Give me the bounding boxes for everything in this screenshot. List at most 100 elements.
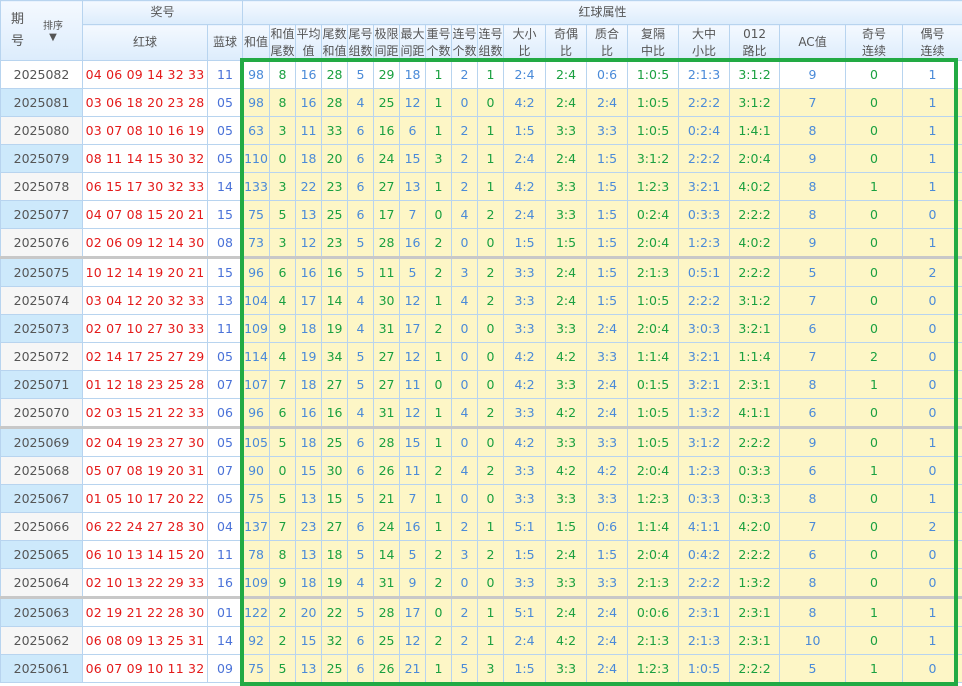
attr-cell: 0: [846, 117, 903, 145]
table-row[interactable]: 202506402 10 13 22 29 331610991819431920…: [1, 569, 962, 598]
attr-cell: 8: [780, 569, 846, 598]
attr-cell: 12: [400, 89, 426, 117]
attr-cell: 12: [296, 229, 322, 258]
table-row[interactable]: 202506701 05 10 17 20 220575513155217100…: [1, 485, 962, 513]
attr-cell: 1:0:5: [628, 287, 679, 315]
table-row[interactable]: 202507202 14 17 25 27 290511441934527121…: [1, 343, 962, 371]
attr-cell: 0:5:1: [679, 258, 730, 287]
attr-cell: 1:2:3: [628, 655, 679, 683]
attr-column-header: 最大间距: [400, 25, 426, 61]
attr-cell: 3:3: [504, 287, 546, 315]
attr-cell: 3:2:1: [679, 371, 730, 399]
period-cell: 2025067: [1, 485, 83, 513]
period-cell: 2025071: [1, 371, 83, 399]
attr-cell: 14: [322, 287, 348, 315]
table-row[interactable]: 202506606 22 24 27 28 300413772327624161…: [1, 513, 962, 541]
attr-cell: 2: [270, 627, 296, 655]
attr-cell: 1: [903, 61, 962, 89]
attr-cell: 0:4:2: [679, 541, 730, 569]
attr-cell: 3:1:2: [730, 61, 780, 89]
attr-cell: 15: [400, 145, 426, 173]
attr-cell: 16: [374, 117, 400, 145]
attr-cell: 7: [270, 513, 296, 541]
attr-cell: 1: [903, 627, 962, 655]
attr-cell: 8: [270, 89, 296, 117]
table-row[interactable]: 202508204 06 09 14 32 331198816285291812…: [1, 61, 962, 89]
header-text: 尾数: [270, 43, 295, 60]
attr-cell: 0: [846, 315, 903, 343]
table-row[interactable]: 202507602 06 09 12 14 300873312235281620…: [1, 229, 962, 258]
table-row[interactable]: 202507002 03 15 21 22 330696616164311214…: [1, 399, 962, 428]
table-row[interactable]: 202506805 07 08 19 20 310790015306261124…: [1, 457, 962, 485]
attr-cell: 0: [903, 655, 962, 683]
table-row[interactable]: 202506106 07 09 10 11 320975513256262115…: [1, 655, 962, 683]
attr-cell: 6: [348, 513, 374, 541]
attr-column-header: 平均值: [296, 25, 322, 61]
table-row[interactable]: 202508103 06 18 20 23 280598816284251210…: [1, 89, 962, 117]
attr-cell: 109: [243, 315, 270, 343]
attr-cell: 17: [400, 315, 426, 343]
attr-cell: 0:3:3: [679, 485, 730, 513]
red-balls-cell: 04 07 08 15 20 21: [83, 201, 208, 229]
attr-cell: 25: [374, 627, 400, 655]
attr-cell: 5: [348, 229, 374, 258]
attr-cell: 25: [322, 428, 348, 457]
attr-cell: 1: [478, 173, 504, 201]
attr-cell: 0: [903, 399, 962, 428]
attr-cell: 1:5: [587, 173, 628, 201]
blue-ball-cell: 05: [208, 145, 243, 173]
attr-cell: 27: [322, 371, 348, 399]
attr-cell: 2:4: [546, 287, 587, 315]
period-header[interactable]: 期号 排序 ▼: [1, 1, 83, 61]
table-row[interactable]: 202506506 10 13 14 15 201178813185145232…: [1, 541, 962, 569]
header-text: 比: [587, 43, 627, 60]
header-text: 个数: [452, 43, 477, 60]
table-row[interactable]: 202507704 07 08 15 20 211575513256177042…: [1, 201, 962, 229]
red-balls-cell: 03 04 12 20 32 33: [83, 287, 208, 315]
attr-cell: 19: [322, 569, 348, 598]
red-balls-cell: 02 07 10 27 30 33: [83, 315, 208, 343]
attr-column-header: 和值尾数: [270, 25, 296, 61]
attr-cell: 5: [780, 655, 846, 683]
table-row[interactable]: 202507908 11 14 15 30 320511001820624153…: [1, 145, 962, 173]
attr-cell: 1: [478, 145, 504, 173]
attr-cell: 98: [243, 89, 270, 117]
attr-cell: 5: [348, 541, 374, 569]
table-row[interactable]: 202507510 12 14 19 20 211596616165115232…: [1, 258, 962, 287]
red-balls-cell: 06 22 24 27 28 30: [83, 513, 208, 541]
attr-cell: 1: [903, 229, 962, 258]
attr-cell: 4:2:0: [730, 513, 780, 541]
attr-column-header: 尾数和值: [322, 25, 348, 61]
blue-ball-cell: 15: [208, 201, 243, 229]
table-row[interactable]: 202507806 15 17 30 32 331413332223627131…: [1, 173, 962, 201]
sort-button[interactable]: 排序 ▼: [43, 21, 63, 43]
period-cell: 2025074: [1, 287, 83, 315]
attr-cell: 1: [903, 598, 962, 627]
attr-cell: 18: [322, 541, 348, 569]
table-row[interactable]: 202506302 19 21 22 28 300112222022528170…: [1, 598, 962, 627]
attr-cell: 20: [322, 145, 348, 173]
attr-cell: 5: [348, 61, 374, 89]
attr-cell: 3:1:2: [628, 145, 679, 173]
attr-cell: 13: [400, 173, 426, 201]
table-row[interactable]: 202506902 04 19 23 27 300510551825628151…: [1, 428, 962, 457]
table-row[interactable]: 202507101 12 18 23 25 280710771827527110…: [1, 371, 962, 399]
attr-cell: 2:2:2: [679, 145, 730, 173]
header-text: 尾数: [322, 26, 347, 43]
attr-cell: 0: [478, 89, 504, 117]
header-text: 连号: [478, 26, 503, 43]
attr-cell: 28: [374, 229, 400, 258]
red-balls-cell: 08 11 14 15 30 32: [83, 145, 208, 173]
attr-cell: 75: [243, 201, 270, 229]
table-row[interactable]: 202507403 04 12 20 32 331310441714430121…: [1, 287, 962, 315]
attr-cell: 2: [452, 117, 478, 145]
arrow-down-icon: ▼: [43, 32, 63, 43]
attr-cell: 2: [452, 145, 478, 173]
table-row[interactable]: 202508003 07 08 10 16 190563311336166121…: [1, 117, 962, 145]
blue-ball-cell: 05: [208, 428, 243, 457]
table-body: 202508204 06 09 14 32 331198816285291812…: [1, 61, 962, 683]
attr-cell: 5:1: [504, 598, 546, 627]
table-row[interactable]: 202506206 08 09 13 25 311492215326251222…: [1, 627, 962, 655]
attr-cell: 2:4: [504, 61, 546, 89]
table-row[interactable]: 202507302 07 10 27 30 331110991819431172…: [1, 315, 962, 343]
